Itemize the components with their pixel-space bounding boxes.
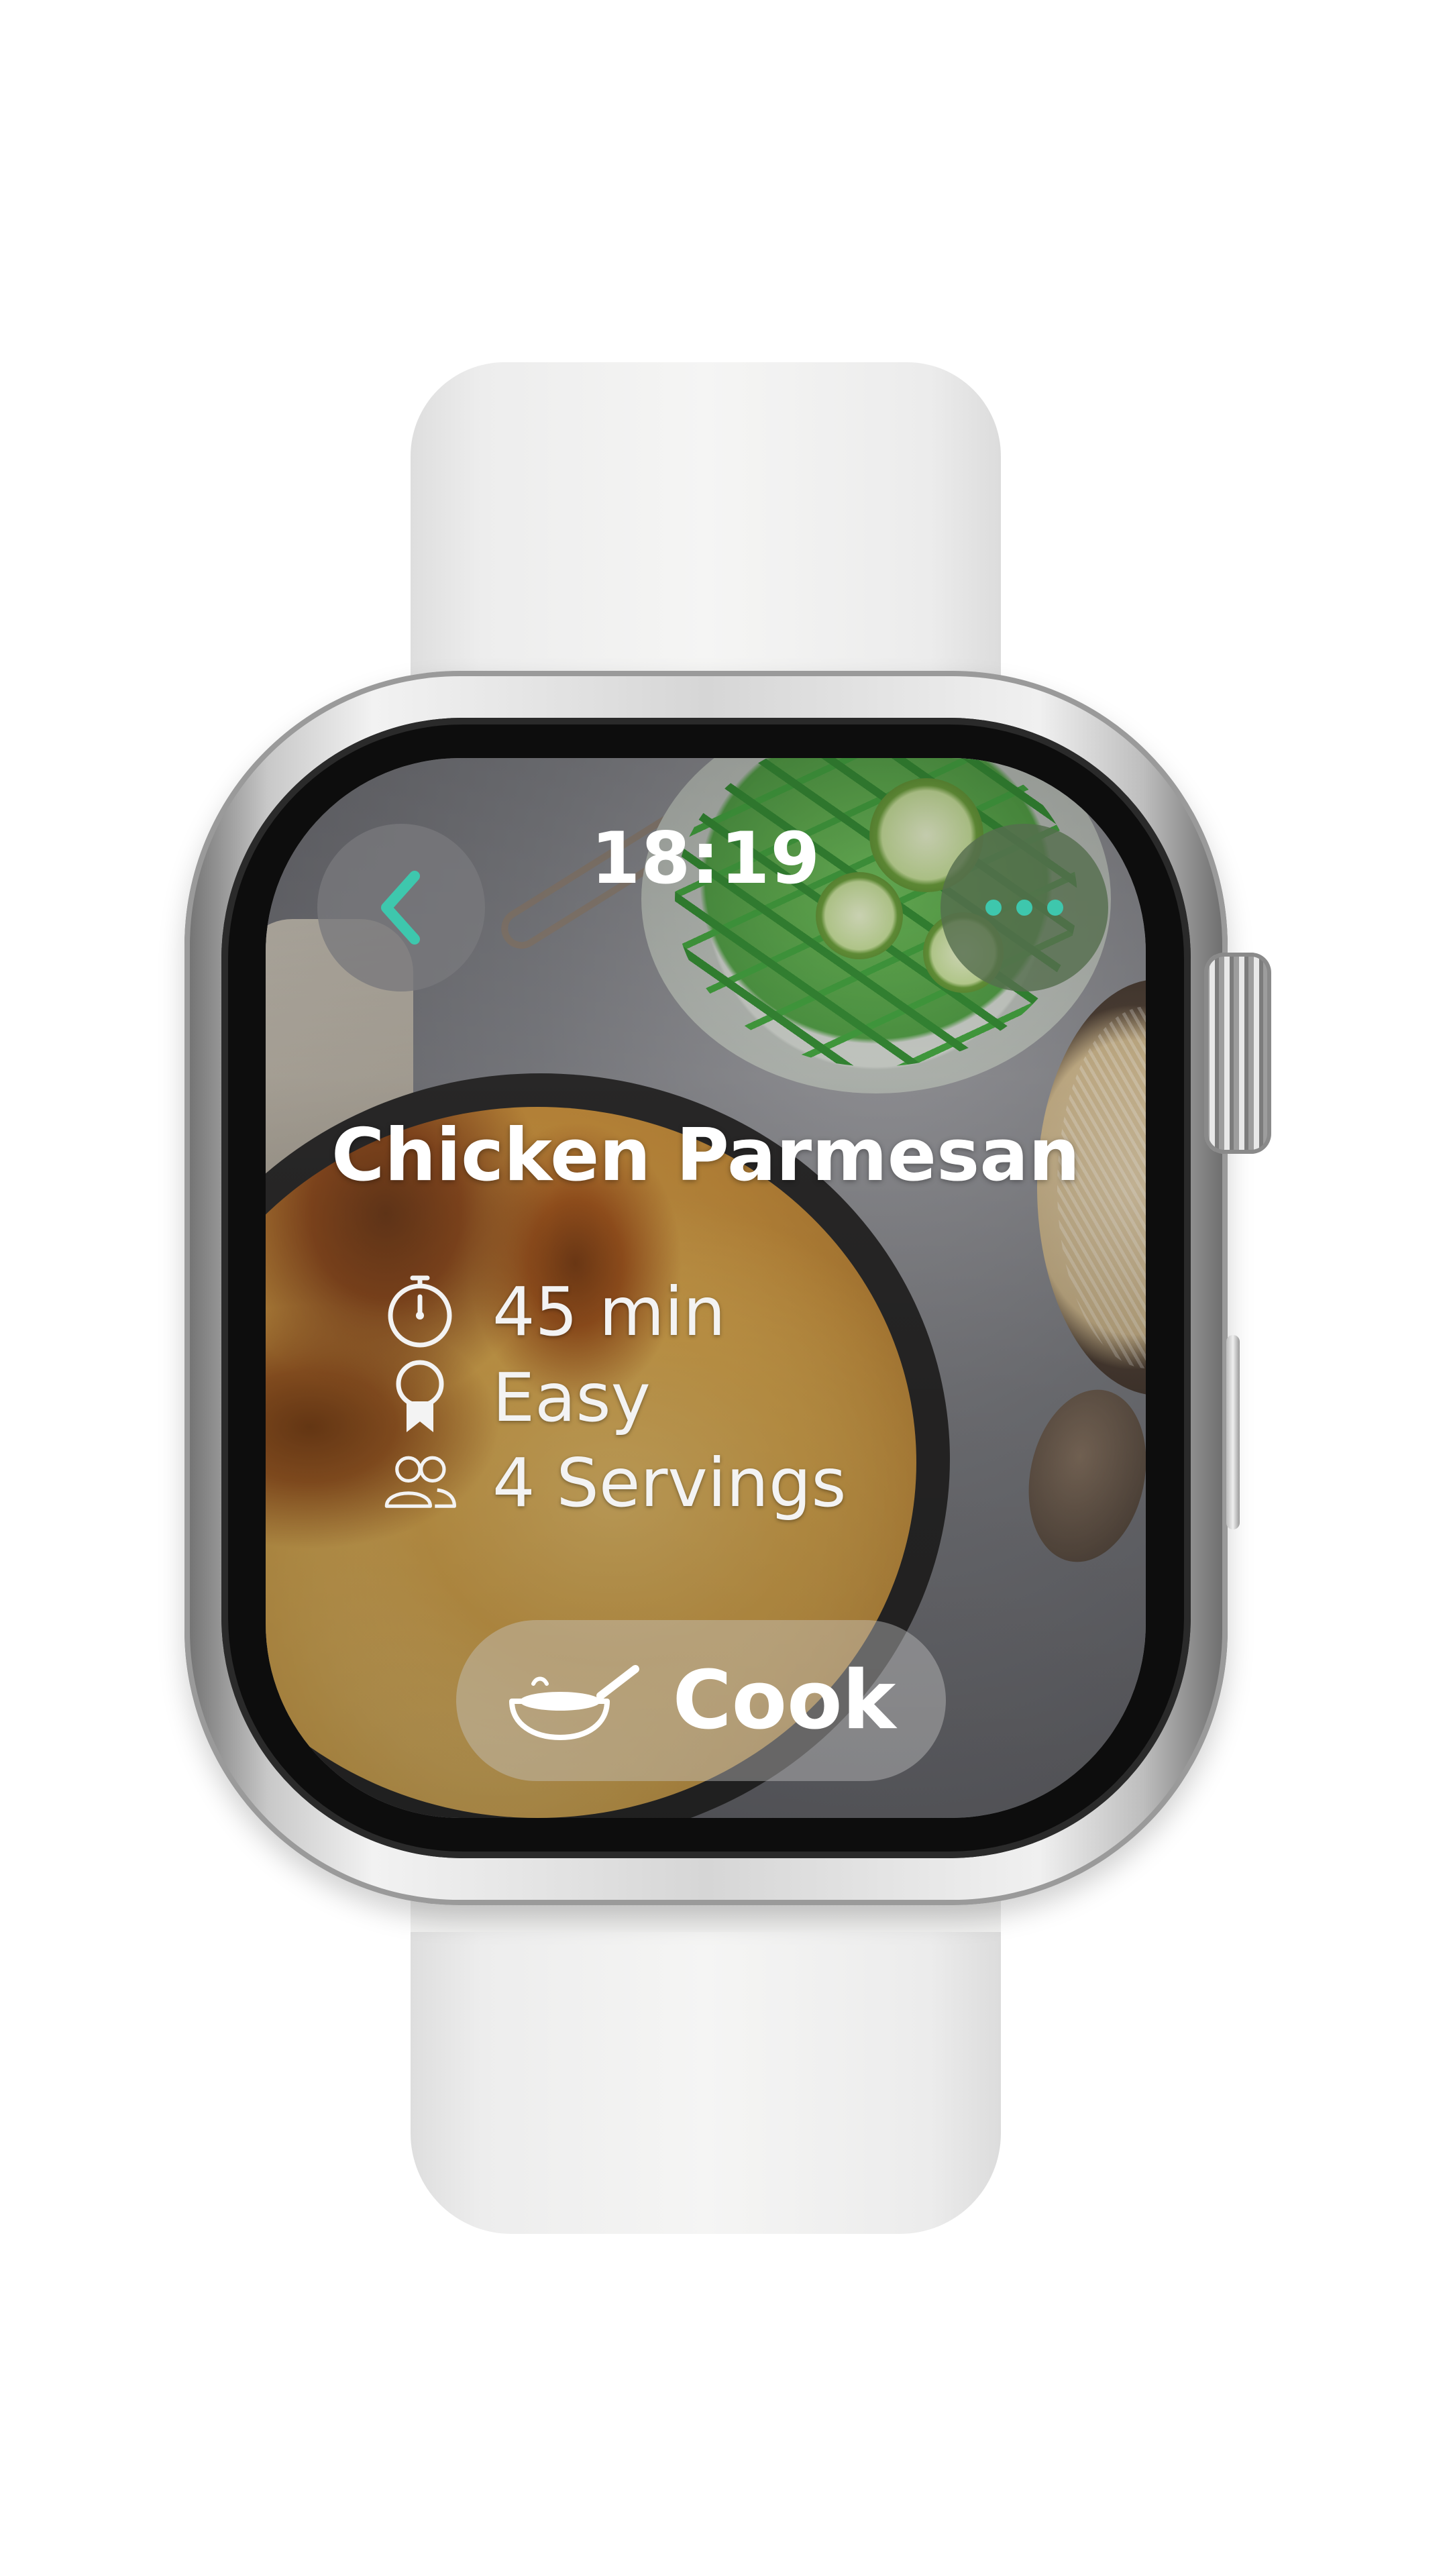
watch-screen: 18:19 Chicken Parmesan 45 min Easy 4 Ser… bbox=[266, 758, 1146, 1818]
people-icon bbox=[380, 1442, 460, 1523]
stopwatch-icon bbox=[380, 1271, 460, 1352]
pan-icon bbox=[508, 1665, 639, 1740]
cook-button[interactable]: Cook bbox=[456, 1620, 946, 1781]
servings-label: 4 Servings bbox=[492, 1443, 847, 1522]
award-ribbon-icon bbox=[380, 1357, 460, 1438]
cook-button-label: Cook bbox=[672, 1654, 896, 1748]
watch-band-bottom bbox=[411, 1851, 1001, 2234]
back-button[interactable] bbox=[317, 824, 485, 991]
difficulty-label: Easy bbox=[492, 1358, 651, 1437]
digital-crown[interactable] bbox=[1204, 953, 1271, 1154]
more-options-button[interactable] bbox=[941, 824, 1108, 991]
side-button[interactable] bbox=[1226, 1335, 1240, 1529]
recipe-duration: 45 min bbox=[380, 1271, 726, 1352]
recipe-difficulty: Easy bbox=[380, 1357, 651, 1438]
ellipsis-icon bbox=[985, 900, 1063, 916]
recipe-servings: 4 Servings bbox=[380, 1442, 846, 1523]
duration-label: 45 min bbox=[492, 1272, 726, 1351]
chevron-left-icon bbox=[381, 871, 420, 945]
recipe-title: Chicken Parmesan bbox=[331, 1114, 1081, 1197]
